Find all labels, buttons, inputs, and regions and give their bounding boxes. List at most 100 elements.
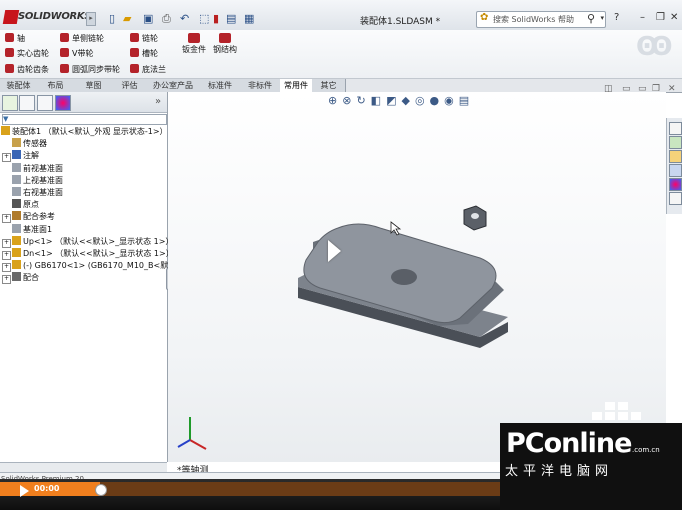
gear-icon bbox=[5, 48, 14, 57]
filter-icon[interactable]: ▼ bbox=[3, 115, 8, 123]
watermark-subtitle: 太平洋电脑网 bbox=[505, 464, 614, 479]
help-search-box[interactable]: ✿ 搜索 SolidWorks 帮助 ⚲ ▾ bbox=[476, 11, 606, 28]
tree-expand-icon[interactable]: + bbox=[2, 275, 11, 285]
video-play-icon[interactable] bbox=[328, 240, 341, 262]
steel-structure-icon bbox=[219, 33, 231, 43]
sensor-icon bbox=[12, 138, 21, 148]
cmd-timing-pulley[interactable]: 圆弧同步带轮 bbox=[60, 63, 120, 76]
flange-icon bbox=[130, 64, 139, 73]
new-document-icon[interactable]: ▯ bbox=[109, 12, 115, 26]
cmd-sprocket[interactable]: 链轮 bbox=[130, 32, 158, 45]
restore-icon[interactable]: ❐ bbox=[656, 12, 665, 23]
save-icon[interactable]: ▣ bbox=[143, 12, 153, 26]
panel-tabs: » bbox=[0, 92, 167, 113]
search-input[interactable]: 搜索 SolidWorks 帮助 bbox=[493, 14, 574, 25]
tab-3[interactable]: 评估 bbox=[113, 79, 147, 92]
cmd-sheave[interactable]: 槽轮 bbox=[130, 47, 158, 60]
origin-icon bbox=[12, 199, 21, 209]
options-icon[interactable]: ▦ bbox=[244, 12, 254, 26]
file-properties-icon[interactable]: ▤ bbox=[226, 12, 236, 26]
tab-8[interactable]: 其它 bbox=[312, 79, 346, 92]
cmd-v-pulley[interactable]: V带轮 bbox=[60, 47, 93, 60]
tree-item-label: 传感器 bbox=[23, 139, 47, 149]
tree-expand-icon[interactable]: + bbox=[2, 214, 11, 224]
display-manager-tab-icon[interactable] bbox=[55, 95, 71, 111]
view-palette-icon[interactable] bbox=[669, 164, 682, 177]
plane-icon bbox=[12, 174, 21, 184]
plane-icon bbox=[12, 162, 21, 172]
select-cursor-icon[interactable]: ⬚ bbox=[199, 12, 209, 26]
rebuild-icon[interactable]: ▮ bbox=[213, 12, 219, 26]
tree-item[interactable]: + Dn<1> （默认<<默认>_显示状态 1>） bbox=[2, 248, 174, 260]
help-search-icon: ✿ bbox=[480, 12, 489, 23]
close-icon[interactable]: ✕ bbox=[670, 12, 678, 23]
tab-1[interactable]: 布局 bbox=[37, 79, 75, 92]
progress-knob[interactable] bbox=[95, 484, 107, 496]
tree-item[interactable]: 传感器 bbox=[2, 138, 47, 150]
tree-item[interactable]: + 注解 bbox=[2, 150, 39, 163]
search-magnifier-icon[interactable]: ⚲ bbox=[587, 12, 595, 25]
tree-expand-icon[interactable]: + bbox=[2, 263, 11, 273]
panel-expand-icon[interactable]: » bbox=[155, 96, 161, 107]
tree-item[interactable]: 前视基准面 bbox=[2, 162, 63, 175]
property-manager-tab-icon[interactable] bbox=[19, 95, 35, 111]
design-library-icon[interactable] bbox=[669, 136, 682, 149]
mates-icon bbox=[12, 272, 21, 282]
appearances-icon[interactable] bbox=[669, 178, 682, 191]
tree-expand-icon[interactable]: + bbox=[2, 153, 11, 163]
tree-item[interactable]: + 配合 bbox=[2, 272, 39, 285]
sprocket-icon bbox=[130, 33, 139, 42]
filter-field[interactable]: ▼ bbox=[2, 114, 167, 125]
tab-0[interactable]: 装配体 bbox=[0, 79, 38, 92]
tab-4[interactable]: 办公室产品 bbox=[146, 79, 201, 92]
tab-5[interactable]: 标准件 bbox=[200, 79, 241, 92]
assembly-icon bbox=[1, 126, 10, 135]
player-play-icon[interactable] bbox=[20, 485, 29, 497]
open-folder-icon[interactable]: ▰ bbox=[123, 12, 131, 26]
cmd-steel-structure[interactable]: 钢结构 bbox=[208, 33, 242, 55]
task-pane-tabs bbox=[666, 118, 682, 214]
tree-item[interactable]: 装配体1 （默认<默认_外观 显示状态-1>） bbox=[1, 126, 168, 138]
timing-pulley-icon bbox=[60, 64, 69, 73]
tree-item-label: 上视基准面 bbox=[23, 175, 63, 185]
cmd-rack-gear[interactable]: 齿轮齿条 bbox=[5, 63, 49, 76]
tab-6[interactable]: 非标件 bbox=[240, 79, 281, 92]
tree-item[interactable]: 原点 bbox=[2, 199, 39, 211]
viewport-close-icon[interactable]: ✕ bbox=[668, 84, 676, 94]
tree-expand-icon[interactable]: + bbox=[2, 238, 11, 248]
plane-icon bbox=[12, 187, 21, 196]
print-icon[interactable]: ⎙ bbox=[162, 12, 171, 26]
tree-item[interactable]: 上视基准面 bbox=[2, 174, 63, 187]
custom-properties-icon[interactable] bbox=[669, 192, 682, 205]
tree-item[interactable]: 基准面1 bbox=[2, 223, 52, 236]
configuration-manager-tab-icon[interactable] bbox=[37, 95, 53, 111]
part-icon bbox=[12, 260, 21, 270]
cmd-bottom-flange[interactable]: 底法兰 bbox=[130, 63, 166, 76]
file-explorer-icon[interactable] bbox=[669, 150, 682, 163]
help-icon[interactable]: ? bbox=[614, 12, 619, 23]
minimize-icon[interactable]: – bbox=[640, 12, 645, 23]
tab-2[interactable]: 草图 bbox=[74, 79, 114, 92]
annotation-icon bbox=[12, 150, 21, 160]
featuremanager-tab-icon[interactable] bbox=[2, 95, 18, 111]
resources-icon[interactable] bbox=[669, 122, 682, 135]
rack-icon bbox=[5, 64, 14, 73]
tree-item[interactable]: + (-) GB6170<1> (GB6170_M10_B<默认> bbox=[2, 260, 183, 273]
tree-item-label: 右视基准面 bbox=[23, 188, 63, 197]
tree-expand-icon[interactable]: + bbox=[2, 251, 11, 260]
tree-item[interactable]: 右视基准面 bbox=[2, 187, 63, 199]
solidworks-logo[interactable]: SOLIDWORKS bbox=[0, 9, 92, 27]
cmd-sheet-metal[interactable]: 钣金件 bbox=[177, 33, 211, 55]
chevron-down-icon[interactable]: ▾ bbox=[600, 14, 604, 22]
app-name: SOLIDWORKS bbox=[18, 11, 92, 22]
cmd-single-sprocket[interactable]: 单侧链轮 bbox=[60, 32, 104, 45]
tree-item[interactable]: + Up<1> （默认<<默认>_显示状态 1>） bbox=[2, 235, 173, 248]
cmd-shaft[interactable]: 轴 bbox=[5, 32, 25, 45]
part-icon bbox=[12, 235, 21, 245]
cmd-solid-gear[interactable]: 实心齿轮 bbox=[5, 47, 49, 60]
undo-icon[interactable]: ↶ bbox=[180, 12, 189, 26]
tab-7[interactable]: 常用件 bbox=[280, 79, 313, 92]
tree-item[interactable]: + 配合参考 bbox=[2, 211, 55, 224]
menu-expand-button[interactable]: ▸ bbox=[86, 12, 96, 26]
tree-item-label: 前视基准面 bbox=[23, 163, 63, 173]
